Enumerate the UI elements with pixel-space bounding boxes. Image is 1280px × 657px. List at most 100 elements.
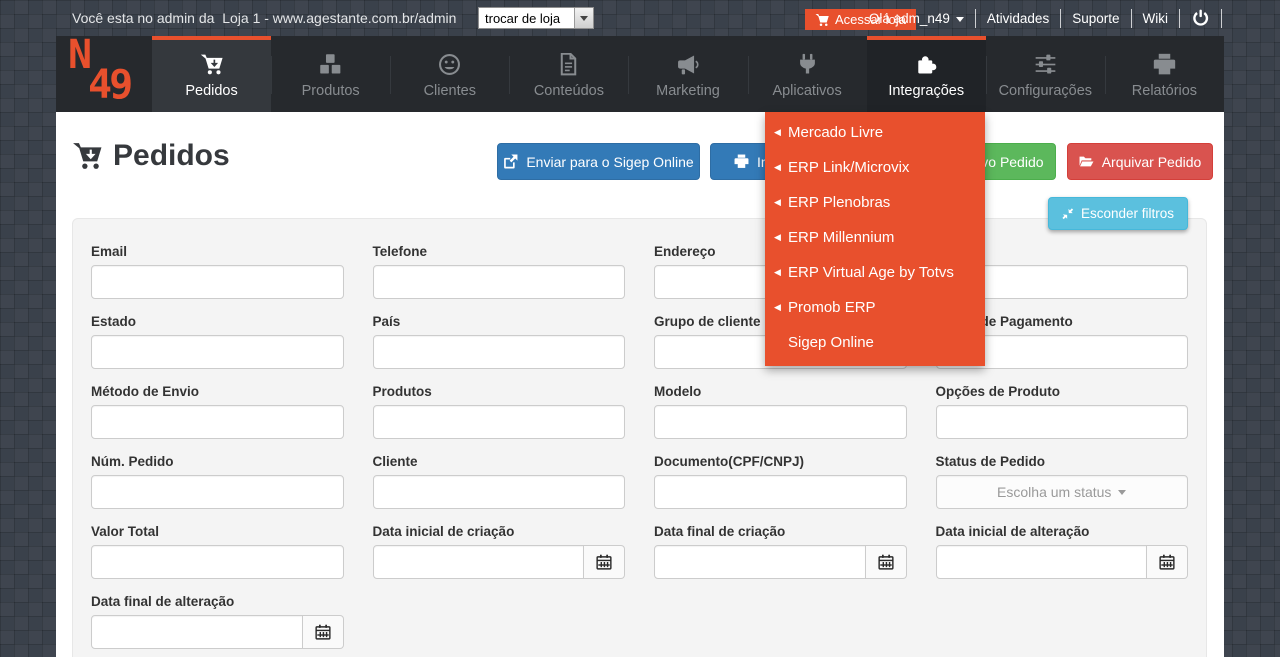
menu-item-erp-virtual-age-by-totvs[interactable]: ◀ERP Virtual Age by Totvs (765, 255, 985, 290)
nav-tab-produtos[interactable]: Produtos (271, 36, 390, 112)
produtos-input[interactable] (374, 406, 625, 438)
calendar-icon[interactable] (584, 545, 625, 579)
store-select-value: trocar de loja (479, 11, 574, 26)
store-select[interactable]: trocar de loja (478, 7, 594, 29)
folder-open-icon (1079, 154, 1094, 169)
filter-field-opcoes-de-produto: Opções de Produto (936, 384, 1189, 439)
menu-item-sigep-online[interactable]: ◀Sigep Online (765, 325, 985, 360)
filter-label: Documento(CPF/CNPJ) (654, 454, 907, 470)
nav-tab-label: Relatórios (1132, 83, 1197, 99)
filter-label: Valor Total (91, 524, 344, 540)
caret-down-icon (1118, 490, 1126, 495)
enviar-para-o-sigep-online-button[interactable]: Enviar para o Sigep Online (497, 143, 700, 180)
power-icon (1191, 9, 1210, 28)
filter-field-estado: Estado (91, 314, 344, 369)
filter-field-telefone: Telefone (373, 244, 626, 299)
opcoes-de-produto-input[interactable] (937, 406, 1188, 438)
documento-cpf-cnpj--input[interactable] (655, 476, 906, 508)
nav-tab-label: Aplicativos (772, 83, 841, 99)
filter-label: Opções de Produto (936, 384, 1189, 400)
topbar-link-wiki[interactable]: Wiki (1132, 11, 1180, 26)
filter-label: Telefone (373, 244, 626, 260)
nav-tab-aplicativos[interactable]: Aplicativos (748, 36, 867, 112)
menu-item-erp-plenobras[interactable]: ◀ERP Plenobras (765, 185, 985, 220)
nav-tab-integracoes[interactable]: Integrações (867, 36, 986, 112)
n49-logo[interactable]: N 49 (56, 36, 152, 112)
pais-input[interactable] (374, 336, 625, 368)
calendar-icon[interactable] (303, 615, 344, 649)
cliente-input[interactable] (374, 476, 625, 508)
cart-arrow-down-icon (200, 53, 223, 76)
nav-tab-clientes[interactable]: Clientes (390, 36, 509, 112)
valor-total-input[interactable] (92, 546, 343, 578)
external-link-icon (503, 154, 518, 169)
filter-label: Estado (91, 314, 344, 330)
filter-field-cliente: Cliente (373, 454, 626, 509)
data-final-de-criacao-input[interactable] (655, 546, 865, 578)
admin-note: Você esta no admin da Loja 1 - www.agest… (72, 0, 456, 36)
calendar-icon[interactable] (866, 545, 907, 579)
nav-tab-configuracoes[interactable]: Configurações (986, 36, 1105, 112)
cart-icon (815, 13, 829, 27)
submenu-left-arrow-icon: ◀ (774, 233, 788, 242)
file-text-icon (557, 53, 580, 76)
modelo-input[interactable] (655, 406, 906, 438)
status-select[interactable]: Escolha um status (936, 475, 1189, 509)
user-menu-button[interactable]: Olá adm_n49 (858, 11, 975, 26)
filters-panel: EmailTelefoneEndereçoEstadoPaísGrupo de … (72, 218, 1207, 657)
menu-item-erp-link-microvix[interactable]: ◀ERP Link/Microvix (765, 150, 985, 185)
data-inicial-de-alteracao-input[interactable] (937, 546, 1147, 578)
filter-field-num-pedido: Núm. Pedido (91, 454, 344, 509)
metodo-de-envio-input[interactable] (92, 406, 343, 438)
topbar-link-suporte[interactable]: Suporte (1061, 11, 1130, 26)
filters-grid: EmailTelefoneEndereçoEstadoPaísGrupo de … (91, 244, 1188, 649)
menu-item-mercado-livre[interactable]: ◀Mercado Livre (765, 115, 985, 150)
topbar: Você esta no admin da Loja 1 - www.agest… (0, 0, 1280, 36)
chevron-down-icon (574, 8, 593, 28)
data-final-de-alteracao-input[interactable] (92, 616, 302, 648)
cubes-icon (319, 53, 342, 76)
menu-item-promob-erp[interactable]: ◀Promob ERP (765, 290, 985, 325)
plug-icon (796, 53, 819, 76)
cart-arrow-down-icon (72, 141, 102, 171)
filter-label: Data final de criação (654, 524, 907, 540)
data-inicial-de-criacao-input[interactable] (374, 546, 584, 578)
separator (1221, 9, 1222, 28)
menu-item-erp-millennium[interactable]: ◀ERP Millennium (765, 220, 985, 255)
submenu-left-arrow-icon: ◀ (774, 163, 788, 172)
nav-tab-pedidos[interactable]: Pedidos (152, 36, 271, 112)
compress-icon (1062, 208, 1074, 220)
num-pedido-input[interactable] (92, 476, 343, 508)
filter-field-valor-total: Valor Total (91, 524, 344, 579)
content-area: Pedidos Enviar para o Sigep Online Impri… (56, 112, 1224, 657)
nav-tab-label: Produtos (302, 83, 360, 99)
print-icon (1153, 53, 1176, 76)
filter-field-metodo-de-envio: Método de Envio (91, 384, 344, 439)
submenu-left-arrow-icon: ◀ (774, 303, 788, 312)
estado-input[interactable] (92, 336, 343, 368)
filter-label: Cliente (373, 454, 626, 470)
calendar-icon[interactable] (1147, 545, 1188, 579)
arquivar-pedido-button[interactable]: Arquivar Pedido (1067, 143, 1213, 180)
nav-tab-marketing[interactable]: Marketing (628, 36, 747, 112)
nav-tab-label: Clientes (424, 83, 476, 99)
telefone-input[interactable] (374, 266, 625, 298)
chevron-down-icon (956, 17, 964, 22)
nav-tab-conteudos[interactable]: Conteúdos (509, 36, 628, 112)
nav-tab-label: Integrações (888, 83, 964, 99)
filter-field-documento-cpf-cnpj-: Documento(CPF/CNPJ) (654, 454, 907, 509)
topbar-link-atividades[interactable]: Atividades (976, 11, 1060, 26)
email-input[interactable] (92, 266, 343, 298)
logout-button[interactable] (1180, 9, 1221, 28)
submenu-left-arrow-icon: ◀ (774, 268, 788, 277)
filter-label: Núm. Pedido (91, 454, 344, 470)
filter-label: Modelo (654, 384, 907, 400)
filter-label: Produtos (373, 384, 626, 400)
page-title: Pedidos (72, 139, 230, 173)
filter-label: Data final de alteração (91, 594, 344, 610)
nav-tab-relatorios[interactable]: Relatórios (1105, 36, 1224, 112)
main-nav: N 49 Pedidos Produtos Clientes Conteúdos… (56, 36, 1224, 112)
hide-filters-button[interactable]: Esconder filtros (1048, 197, 1188, 230)
filter-field-pais: País (373, 314, 626, 369)
nav-tab-label: Marketing (656, 83, 720, 99)
